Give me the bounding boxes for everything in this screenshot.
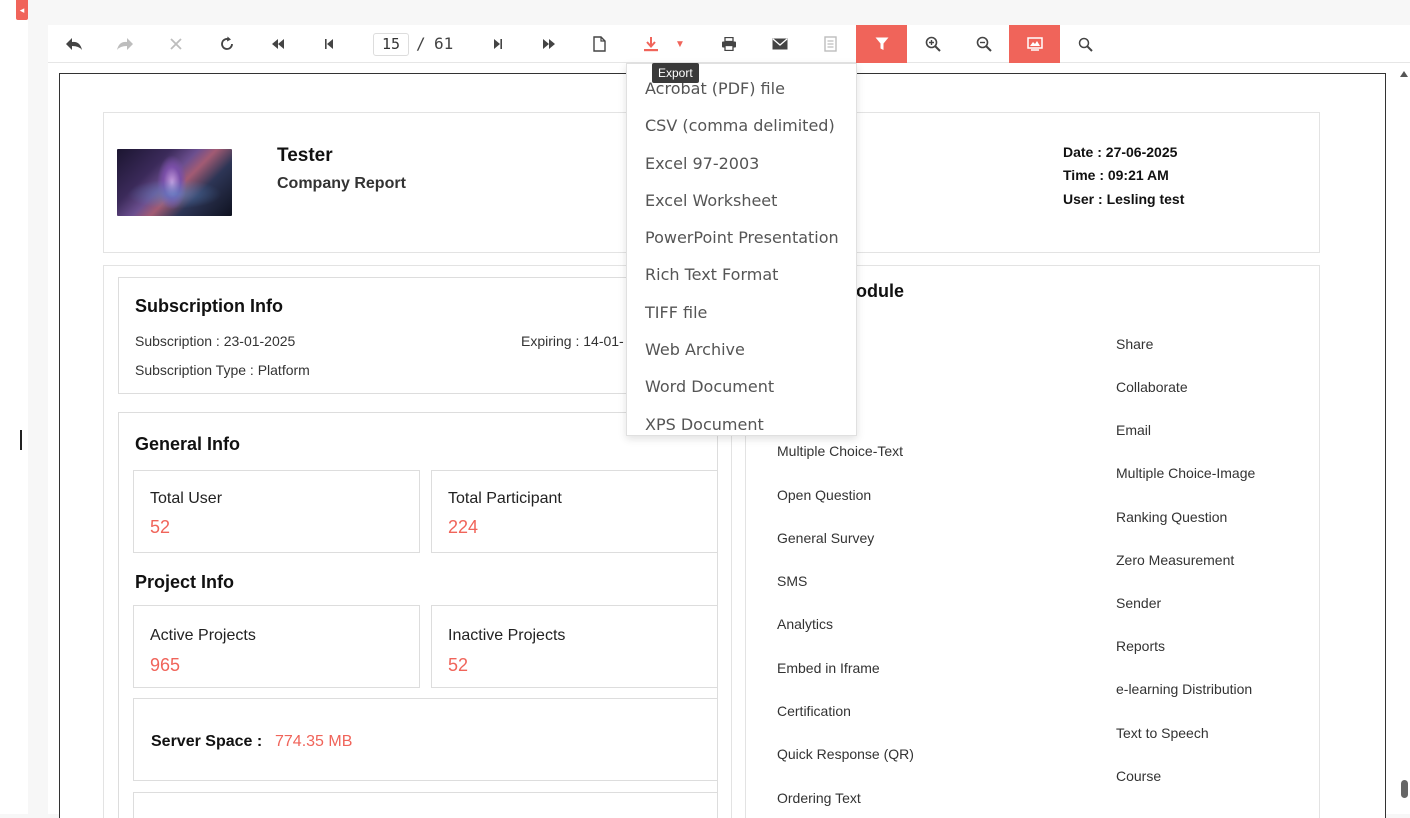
search-icon[interactable] [1060,25,1111,63]
module-item: General Survey [777,530,875,546]
module-item: Collaborate [1116,379,1188,395]
org-name: Tester [277,145,333,166]
export-icon[interactable] [625,25,676,63]
page-separator: / [416,34,426,53]
module-item: Ordering Text [777,790,861,806]
export-option-powerpoint[interactable]: PowerPoint Presentation [627,219,856,256]
export-format-menu: Acrobat (PDF) file CSV (comma delimited)… [626,63,857,436]
inactive-projects-label: Inactive Projects [448,627,566,644]
report-viewer: 15 / 61 ▼ Acrobat (PDF) file CSV (comma … [48,25,1410,818]
export-option-rtf[interactable]: Rich Text Format [627,256,856,293]
module-item: Email [1116,422,1152,438]
subscription-expiring: Expiring : 14-01- [521,333,624,349]
module-item: Ranking Question [1116,509,1228,525]
module-item: Embed in Iframe [777,660,880,676]
inactive-projects-value: 52 [448,655,469,675]
stop-icon[interactable] [150,25,201,63]
vertical-scrollbar[interactable] [1398,71,1410,814]
page-setup-icon[interactable] [574,25,625,63]
forward-icon[interactable] [99,25,150,63]
scroll-up-icon[interactable] [1400,71,1408,77]
export-option-tiff[interactable]: TIFF file [627,294,856,331]
module-item: Open Question [777,487,872,503]
last-page-icon[interactable] [523,25,574,63]
module-item: Analytics [777,616,834,632]
view-mode-icon[interactable] [1009,25,1060,63]
export-tooltip: Export [652,63,699,83]
report-time: Time : 09:21 AM [1063,167,1169,183]
project-info-title: Project Info [135,572,235,592]
server-space-label: Server Space : [151,733,263,750]
module-item: Reports [1116,638,1166,654]
module-item: Sender [1116,595,1162,611]
general-info-title: General Info [135,434,241,454]
module-item: Multiple Choice-Text [777,443,904,459]
scrollbar-thumb[interactable] [1401,780,1408,798]
export-option-web-archive[interactable]: Web Archive [627,331,856,368]
page-total: 61 [434,34,454,53]
refresh-icon[interactable] [201,25,252,63]
export-option-csv[interactable]: CSV (comma delimited) [627,107,856,144]
module-item: Share [1116,336,1154,352]
active-projects-tile: Active Projects 965 [133,605,420,688]
module-item: Course [1116,768,1162,784]
subscription-start: Subscription : 23-01-2025 [135,333,296,349]
collapse-panel-button[interactable]: ◂ [16,0,28,20]
next-tile [133,792,718,818]
company-logo [117,149,232,216]
export-option-word[interactable]: Word Document [627,368,856,405]
total-user-label: Total User [150,490,223,507]
document-map-icon[interactable] [805,25,856,63]
filter-icon[interactable] [856,25,907,63]
zoom-in-icon[interactable] [907,25,958,63]
module-item: Zero Measurement [1116,552,1235,568]
module-item: Certification [777,703,851,719]
text-caret [20,430,22,450]
total-participant-tile: Total Participant 224 [431,470,718,553]
inactive-projects-tile: Inactive Projects 52 [431,605,718,688]
report-date: Date : 27-06-2025 [1063,144,1178,160]
export-option-xps[interactable]: XPS Document [627,406,856,443]
total-user-tile: Total User 52 [133,470,420,553]
export-option-excel-worksheet[interactable]: Excel Worksheet [627,182,856,219]
zoom-out-icon[interactable] [958,25,1009,63]
module-item: e-learning Distribution [1116,681,1253,697]
first-page-icon[interactable] [252,25,303,63]
previous-page-icon[interactable] [303,25,354,63]
module-item: SMS [777,573,808,589]
subscription-title: Subscription Info [135,296,283,316]
export-dropdown-arrow-icon[interactable]: ▼ [675,39,687,51]
general-info-card: General Info Total User 52 Total Partici… [118,412,718,818]
print-icon[interactable] [703,25,754,63]
module-item: Quick Response (QR) [777,746,914,762]
server-space-tile: Server Space : 774.35 MB [133,698,718,781]
subscription-type: Subscription Type : Platform [135,362,310,378]
active-projects-value: 965 [150,655,181,675]
page-number-input[interactable]: 15 [373,33,409,56]
total-participant-label: Total Participant [448,490,562,507]
left-panel-strip [0,0,28,814]
email-icon[interactable] [754,25,805,63]
module-item: Multiple Choice-Image [1116,465,1256,481]
module-item: Text to Speech [1116,725,1209,741]
export-option-excel-97[interactable]: Excel 97-2003 [627,145,856,182]
next-page-icon[interactable] [472,25,523,63]
report-user: User : Lesling test [1063,191,1185,207]
active-projects-label: Active Projects [150,627,256,644]
total-user-value: 52 [150,517,171,537]
report-name: Company Report [277,175,406,192]
back-icon[interactable] [48,25,99,63]
server-space-value: 774.35 MB [275,733,353,750]
viewer-toolbar: 15 / 61 ▼ [48,25,1410,63]
total-participant-value: 224 [448,517,479,537]
